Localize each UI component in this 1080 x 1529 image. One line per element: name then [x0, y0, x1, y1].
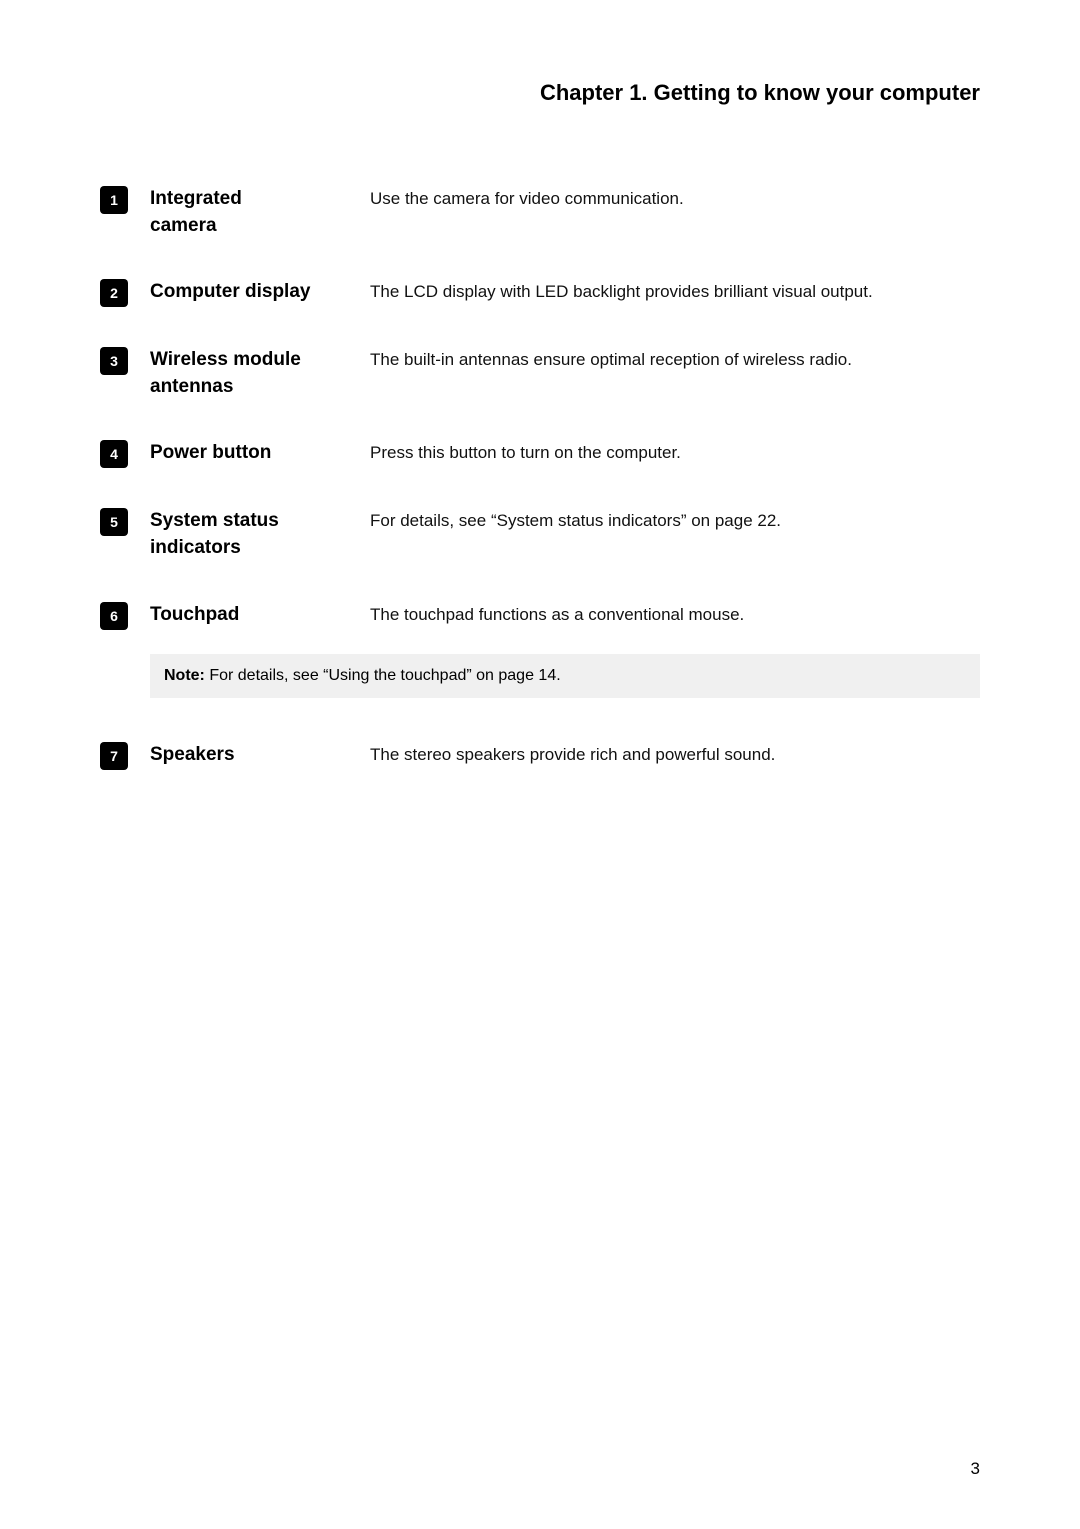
row-spacer [100, 249, 980, 269]
desc-cell-4: Press this button to turn on the compute… [370, 430, 980, 478]
row-spacer [100, 572, 980, 592]
term-cell-2: Computer display [150, 269, 370, 317]
note-badge-empty [100, 640, 150, 712]
badge-cell-4: 4 [100, 430, 150, 478]
table-row: 4 Power button Press this button to turn… [100, 430, 980, 478]
badge-cell-6: 6 [100, 592, 150, 640]
desc-cell-6: The touchpad functions as a conventional… [370, 592, 980, 640]
term-cell-5: System status indicators [150, 498, 370, 571]
term-cell-1: Integrated camera [150, 176, 370, 249]
row-spacer [100, 478, 980, 498]
table-row: 6 Touchpad The touchpad functions as a c… [100, 592, 980, 640]
term-6: Touchpad [150, 604, 239, 625]
table-row: 1 Integrated camera Use the camera for v… [100, 176, 980, 249]
note-row: Note: For details, see “Using the touchp… [100, 640, 980, 712]
badge-cell-7: 7 [100, 732, 150, 780]
page-container: Chapter 1. Getting to know your computer… [0, 0, 1080, 1529]
content-table: 1 Integrated camera Use the camera for v… [100, 176, 980, 780]
badge-6: 6 [100, 602, 128, 630]
term-cell-6: Touchpad [150, 592, 370, 640]
term-7: Speakers [150, 744, 235, 765]
note-box: Note: For details, see “Using the touchp… [150, 654, 980, 698]
desc-cell-2: The LCD display with LED backlight provi… [370, 269, 980, 317]
badge-7: 7 [100, 742, 128, 770]
desc-cell-1: Use the camera for video communication. [370, 176, 980, 249]
row-spacer [100, 410, 980, 430]
note-text: For details, see “Using the touchpad” on… [205, 667, 561, 684]
badge-cell-2: 2 [100, 269, 150, 317]
table-row: 7 Speakers The stereo speakers provide r… [100, 732, 980, 780]
term-cell-7: Speakers [150, 732, 370, 780]
badge-cell-1: 1 [100, 176, 150, 249]
term-4: Power button [150, 442, 271, 463]
badge-3: 3 [100, 347, 128, 375]
term-cell-4: Power button [150, 430, 370, 478]
chapter-title: Chapter 1. Getting to know your computer [100, 80, 980, 116]
term-cell-3: Wireless module antennas [150, 337, 370, 410]
term-2: Computer display [150, 281, 310, 302]
badge-2: 2 [100, 279, 128, 307]
badge-cell-3: 3 [100, 337, 150, 410]
term-5: System status indicators [150, 510, 279, 558]
term-3: Wireless module antennas [150, 349, 301, 397]
badge-4: 4 [100, 440, 128, 468]
desc-cell-5: For details, see “System status indicato… [370, 498, 980, 571]
badge-cell-5: 5 [100, 498, 150, 571]
badge-1: 1 [100, 186, 128, 214]
note-label: Note: [164, 667, 205, 684]
badge-5: 5 [100, 508, 128, 536]
row-spacer [100, 317, 980, 337]
desc-cell-3: The built-in antennas ensure optimal rec… [370, 337, 980, 410]
term-1: Integrated camera [150, 188, 242, 236]
table-row: 2 Computer display The LCD display with … [100, 269, 980, 317]
page-number: 3 [971, 1459, 980, 1479]
note-cell: Note: For details, see “Using the touchp… [150, 640, 980, 712]
desc-cell-7: The stereo speakers provide rich and pow… [370, 732, 980, 780]
table-row: 5 System status indicators For details, … [100, 498, 980, 571]
table-row: 3 Wireless module antennas The built-in … [100, 337, 980, 410]
row-spacer [100, 712, 980, 732]
